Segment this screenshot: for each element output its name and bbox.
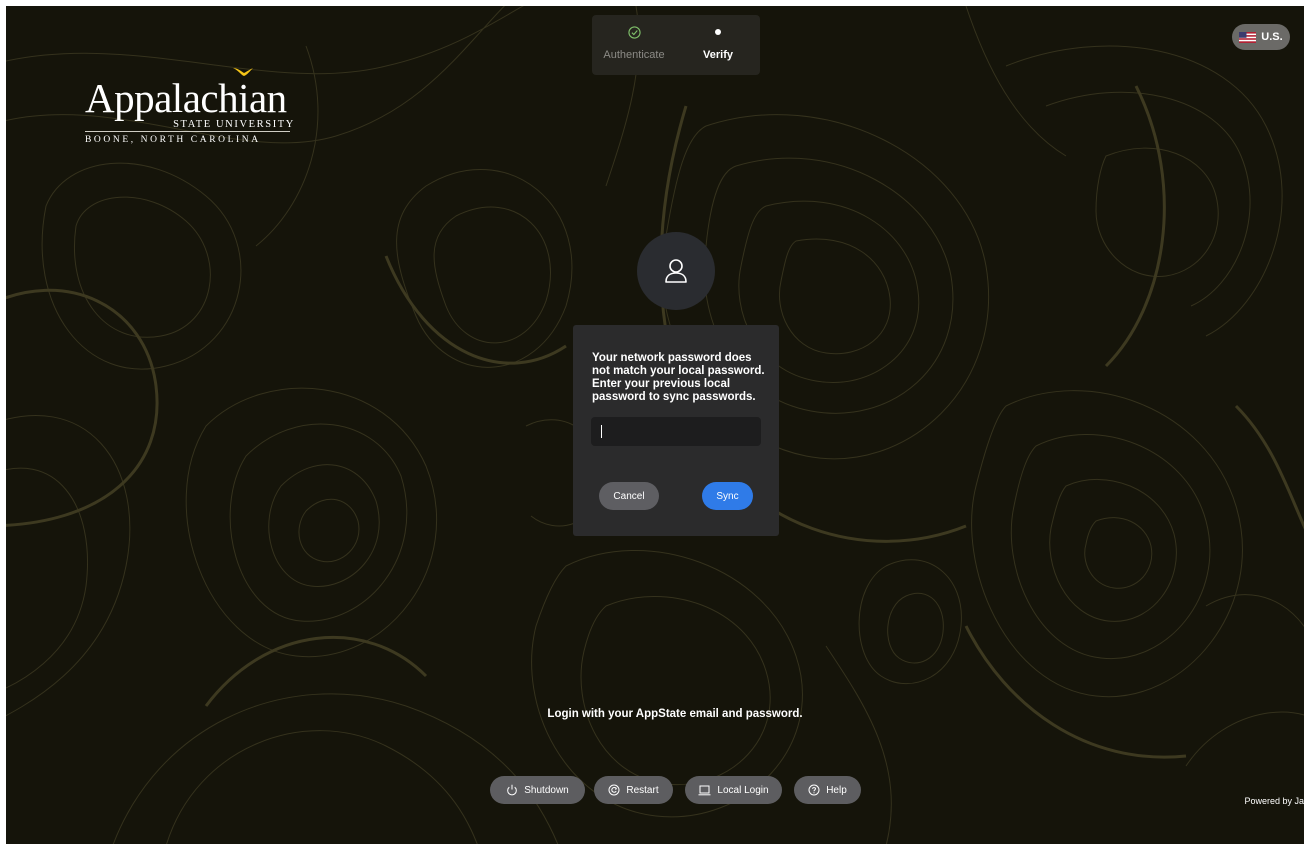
dialog-message: Your network password does not match you… [592,352,765,403]
password-sync-dialog: Your network password does not match you… [573,325,779,536]
check-circle-icon [592,23,676,41]
login-hint: Login with your AppState email and passw… [547,708,803,720]
restart-icon [608,784,620,796]
language-label: U.S. [1261,31,1283,43]
logo-subtitle: STATE UNIVERSITY [173,119,295,130]
user-avatar [637,232,715,310]
us-flag-icon [1239,31,1257,43]
step-authenticate: Authenticate [592,23,676,61]
help-label: Help [826,784,847,796]
powered-by: Powered by Ja [1244,796,1304,806]
logo-divider [85,131,290,132]
local-login-button[interactable]: Local Login [685,776,782,804]
power-icon [507,784,518,796]
dot-icon [676,23,760,41]
step-label-authenticate: Authenticate [603,49,665,61]
laptop-icon [698,785,711,795]
logo-place: BOONE, NORTH CAROLINA [85,135,261,145]
shutdown-button[interactable]: Shutdown [490,776,585,804]
local-login-label: Local Login [717,784,769,796]
step-verify: Verify [676,23,760,61]
restart-label: Restart [626,784,659,796]
text-caret [601,425,602,438]
university-logo: Appalachian STATE UNIVERSITY BOONE, NORT… [85,66,295,156]
user-icon [665,259,687,283]
shutdown-label: Shutdown [524,784,569,796]
logo-title: Appalachian [85,75,287,121]
login-screen: Authenticate Verify U.S. Appalachian STA… [6,6,1304,844]
help-button[interactable]: Help [794,776,861,804]
cancel-button[interactable]: Cancel [599,482,659,510]
previous-password-input[interactable] [591,417,761,446]
help-icon [808,784,820,796]
sync-button[interactable]: Sync [702,482,753,510]
restart-button[interactable]: Restart [594,776,673,804]
step-label-verify: Verify [703,49,733,61]
language-selector[interactable]: U.S. [1232,24,1290,50]
progress-stepper: Authenticate Verify [592,15,760,75]
